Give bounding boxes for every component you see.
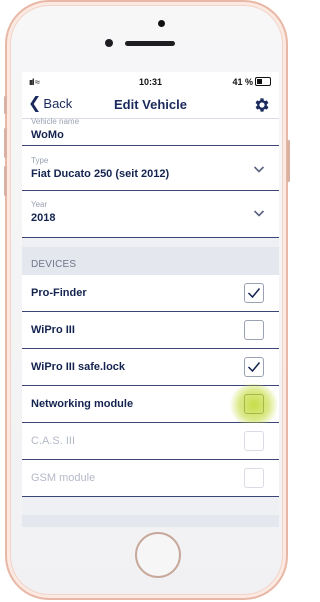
vehicle-name-field[interactable]: Vehicle name WoMo (22, 117, 279, 146)
vehicle-type-label: Type (31, 156, 49, 165)
vehicle-type-value: Fiat Ducato 250 (seit 2012) (31, 168, 170, 180)
device-row-wipro-iii-safe-lock[interactable]: WiPro III safe.lock (22, 349, 279, 386)
device-row-wipro-iii[interactable]: WiPro III (22, 312, 279, 349)
device-label: GSM module (31, 472, 96, 484)
device-label: WiPro III (31, 324, 75, 336)
vehicle-name-label: Vehicle name (31, 117, 80, 126)
device-label: Pro-Finder (31, 287, 87, 299)
vehicle-year-label: Year (31, 200, 48, 209)
volume-up-button (4, 128, 7, 158)
device-row-pro-finder[interactable]: Pro-Finder (22, 275, 279, 312)
device-checkbox (244, 468, 264, 488)
navigation-bar: ❮ Back Edit Vehicle (22, 92, 279, 119)
home-button[interactable] (135, 532, 181, 578)
vehicle-year-field[interactable]: Year 2018 (22, 191, 279, 238)
volume-down-button (4, 166, 7, 196)
chevron-down-icon (253, 210, 265, 217)
power-button (287, 140, 290, 182)
devices-header-label: DEVICES (31, 259, 77, 270)
device-checkbox[interactable] (244, 394, 264, 414)
device-checkbox[interactable] (244, 283, 264, 303)
sensor-dot (158, 20, 165, 27)
device-checkbox (244, 431, 264, 451)
device-row-gsm-module: GSM module (22, 460, 279, 497)
device-label: Networking module (31, 398, 134, 410)
vehicle-type-field[interactable]: Type Fiat Ducato 250 (seit 2012) (22, 146, 279, 191)
checkmark-icon (247, 288, 261, 299)
battery-icon (255, 77, 271, 86)
vehicle-year-value: 2018 (31, 212, 56, 224)
device-label: C.A.S. III (31, 435, 76, 447)
checkmark-icon (247, 362, 261, 373)
app-screen: ııl ≈ 10:31 41 % ❮ Back Edit Vehicle Veh… (22, 72, 279, 527)
chevron-down-icon (253, 166, 265, 173)
device-row-networking-module[interactable]: Networking module (22, 384, 279, 426)
list-footer (22, 515, 279, 527)
status-bar: ııl ≈ 10:31 41 % (22, 72, 279, 92)
device-checkbox[interactable] (244, 357, 264, 377)
mute-switch (4, 96, 7, 114)
page-title: Edit Vehicle (114, 97, 187, 112)
battery-indicator: 41 % (232, 77, 271, 87)
device-checkbox[interactable] (244, 320, 264, 340)
vehicle-name-value: WoMo (31, 129, 64, 141)
device-label: WiPro III safe.lock (31, 361, 126, 373)
front-camera (105, 39, 113, 47)
earpiece-speaker (125, 41, 175, 46)
gear-icon[interactable] (253, 96, 271, 114)
device-row-cas-iii: C.A.S. III (22, 423, 279, 460)
